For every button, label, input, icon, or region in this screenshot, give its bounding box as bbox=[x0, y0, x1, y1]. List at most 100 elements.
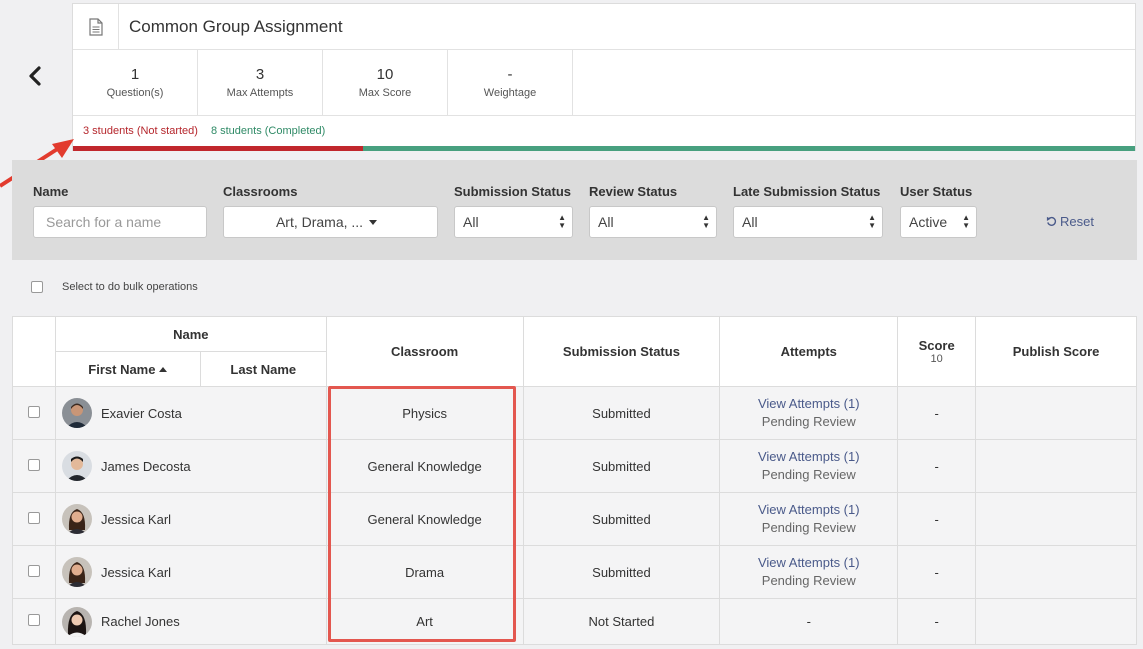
students-table: Name Classroom Submission Status Attempt… bbox=[12, 316, 1137, 645]
attempts-cell: View Attempts (1) Pending Review bbox=[719, 439, 899, 493]
assignment-stats: 1 Question(s) 3 Max Attempts 10 Max Scor… bbox=[73, 50, 1135, 116]
classroom-cell: Art bbox=[325, 598, 524, 645]
classroom-cell: Physics bbox=[325, 386, 524, 440]
submission-status-cell: Submitted bbox=[522, 439, 721, 493]
select-arrows-icon: ▲ ▼ bbox=[558, 213, 566, 230]
submission-status-select[interactable]: All ▲ ▼ bbox=[454, 206, 573, 238]
stat-questions: 1 Question(s) bbox=[73, 50, 198, 115]
submission-status-cell: Submitted bbox=[522, 492, 721, 546]
table-row: James Decosta General Knowledge Submitte… bbox=[12, 439, 1137, 493]
chevron-left-icon bbox=[29, 66, 41, 86]
review-status-label: Review Status bbox=[589, 184, 678, 199]
classroom-column-header: Classroom bbox=[325, 316, 524, 387]
view-attempts-link[interactable]: View Attempts (1) bbox=[720, 501, 897, 519]
completed-count[interactable]: 8 students (Completed) bbox=[211, 125, 325, 137]
pending-review-label: Pending Review bbox=[761, 467, 856, 482]
score-max: 10 bbox=[930, 353, 943, 365]
publish-score-cell bbox=[975, 598, 1137, 645]
publish-score-column-header: Publish Score bbox=[975, 316, 1137, 387]
classrooms-filter-label: Classrooms bbox=[223, 184, 298, 199]
select-column-header bbox=[12, 316, 56, 387]
score-column-header: Score 10 bbox=[897, 316, 977, 387]
classroom-cell: General Knowledge bbox=[325, 492, 524, 546]
table-row: Jessica Karl General Knowledge Submitted… bbox=[12, 492, 1137, 546]
publish-score-cell bbox=[975, 492, 1137, 546]
progress-summary: 3 students (Not started) 8 students (Com… bbox=[73, 116, 1135, 146]
select-arrows-icon: ▲ ▼ bbox=[702, 213, 710, 230]
avatar bbox=[61, 557, 92, 587]
score-cell: - bbox=[897, 545, 977, 599]
name-search-input[interactable]: Search for a name bbox=[33, 206, 207, 238]
avatar bbox=[61, 504, 92, 534]
attempts-cell: View Attempts (1) Pending Review bbox=[719, 386, 899, 440]
bulk-operations-label: Select to do bulk operations bbox=[62, 281, 198, 293]
view-attempts-link[interactable]: View Attempts (1) bbox=[720, 448, 897, 466]
assignment-summary-card: Common Group Assignment 1 Question(s) 3 … bbox=[72, 3, 1136, 151]
submission-status-cell: Not Started bbox=[522, 598, 721, 645]
user-status-select[interactable]: Active ▲ ▼ bbox=[900, 206, 977, 238]
stat-max-score: 10 Max Score bbox=[323, 50, 448, 115]
attempts-column-header: Attempts bbox=[719, 316, 899, 387]
row-checkbox[interactable] bbox=[27, 564, 40, 577]
name-column-header: Name bbox=[54, 316, 327, 352]
submission-status-column-header: Submission Status bbox=[522, 316, 721, 387]
bulk-operations: Select to do bulk operations bbox=[31, 281, 198, 293]
reset-icon bbox=[1046, 216, 1057, 226]
pending-review-label: Pending Review bbox=[761, 573, 856, 588]
avatar bbox=[61, 451, 92, 481]
caret-down-icon bbox=[369, 219, 378, 225]
reset-button[interactable]: Reset bbox=[1046, 214, 1094, 229]
first-name-sort-header[interactable]: First Name bbox=[54, 351, 201, 387]
student-name: Exavier Costa bbox=[61, 398, 326, 428]
publish-score-cell bbox=[975, 439, 1137, 493]
stat-weightage: - Weightage bbox=[448, 50, 573, 115]
attempts-cell: - bbox=[719, 598, 899, 645]
score-cell: - bbox=[897, 492, 977, 546]
select-arrows-icon: ▲ ▼ bbox=[962, 213, 970, 230]
classroom-cell: General Knowledge bbox=[325, 439, 524, 493]
last-name-sort-header[interactable]: Last Name bbox=[199, 351, 327, 387]
table-row: Rachel Jones Art Not Started - - bbox=[12, 598, 1137, 645]
bulk-select-checkbox[interactable] bbox=[31, 281, 43, 293]
classrooms-dropdown[interactable]: Art, Drama, ... bbox=[223, 206, 438, 238]
row-checkbox[interactable] bbox=[27, 511, 40, 524]
row-checkbox[interactable] bbox=[27, 458, 40, 471]
score-cell: - bbox=[897, 439, 977, 493]
assignment-title: Common Group Assignment bbox=[129, 16, 343, 36]
progress-completed-segment bbox=[362, 146, 1135, 151]
stat-max-attempts: 3 Max Attempts bbox=[198, 50, 323, 115]
submission-status-cell: Submitted bbox=[522, 545, 721, 599]
classroom-cell: Drama bbox=[325, 545, 524, 599]
select-arrows-icon: ▲ ▼ bbox=[868, 213, 876, 230]
view-attempts-link[interactable]: View Attempts (1) bbox=[720, 395, 897, 413]
pending-review-label: Pending Review bbox=[761, 414, 856, 429]
score-cell: - bbox=[897, 598, 977, 645]
student-name: Jessica Karl bbox=[61, 557, 326, 587]
view-attempts-link[interactable]: View Attempts (1) bbox=[720, 554, 897, 572]
name-filter-label: Name bbox=[33, 184, 69, 199]
avatar bbox=[61, 606, 92, 637]
progress-bar bbox=[73, 146, 1135, 151]
row-checkbox[interactable] bbox=[27, 405, 40, 418]
publish-score-cell bbox=[975, 545, 1137, 599]
attempts-cell: View Attempts (1) Pending Review bbox=[719, 492, 899, 546]
filter-panel: Name Search for a name Classrooms Art, D… bbox=[12, 160, 1137, 260]
not-started-count[interactable]: 3 students (Not started) bbox=[83, 125, 198, 137]
pending-review-label: Pending Review bbox=[761, 520, 856, 535]
document-icon bbox=[88, 17, 103, 36]
student-name: Rachel Jones bbox=[61, 606, 326, 637]
student-name: Jessica Karl bbox=[61, 504, 326, 534]
late-submission-select[interactable]: All ▲ ▼ bbox=[733, 206, 883, 238]
review-status-select[interactable]: All ▲ ▼ bbox=[589, 206, 717, 238]
attempts-cell: View Attempts (1) Pending Review bbox=[719, 545, 899, 599]
progress-not-started-segment bbox=[73, 146, 363, 151]
publish-score-cell bbox=[975, 386, 1137, 440]
avatar bbox=[61, 398, 92, 428]
submission-status-label: Submission Status bbox=[454, 184, 572, 199]
student-name: James Decosta bbox=[61, 451, 326, 481]
score-cell: - bbox=[897, 386, 977, 440]
row-checkbox[interactable] bbox=[27, 614, 40, 626]
back-button[interactable] bbox=[24, 62, 46, 90]
table-row: Jessica Karl Drama Submitted View Attemp… bbox=[12, 545, 1137, 599]
late-submission-label: Late Submission Status bbox=[733, 184, 881, 199]
